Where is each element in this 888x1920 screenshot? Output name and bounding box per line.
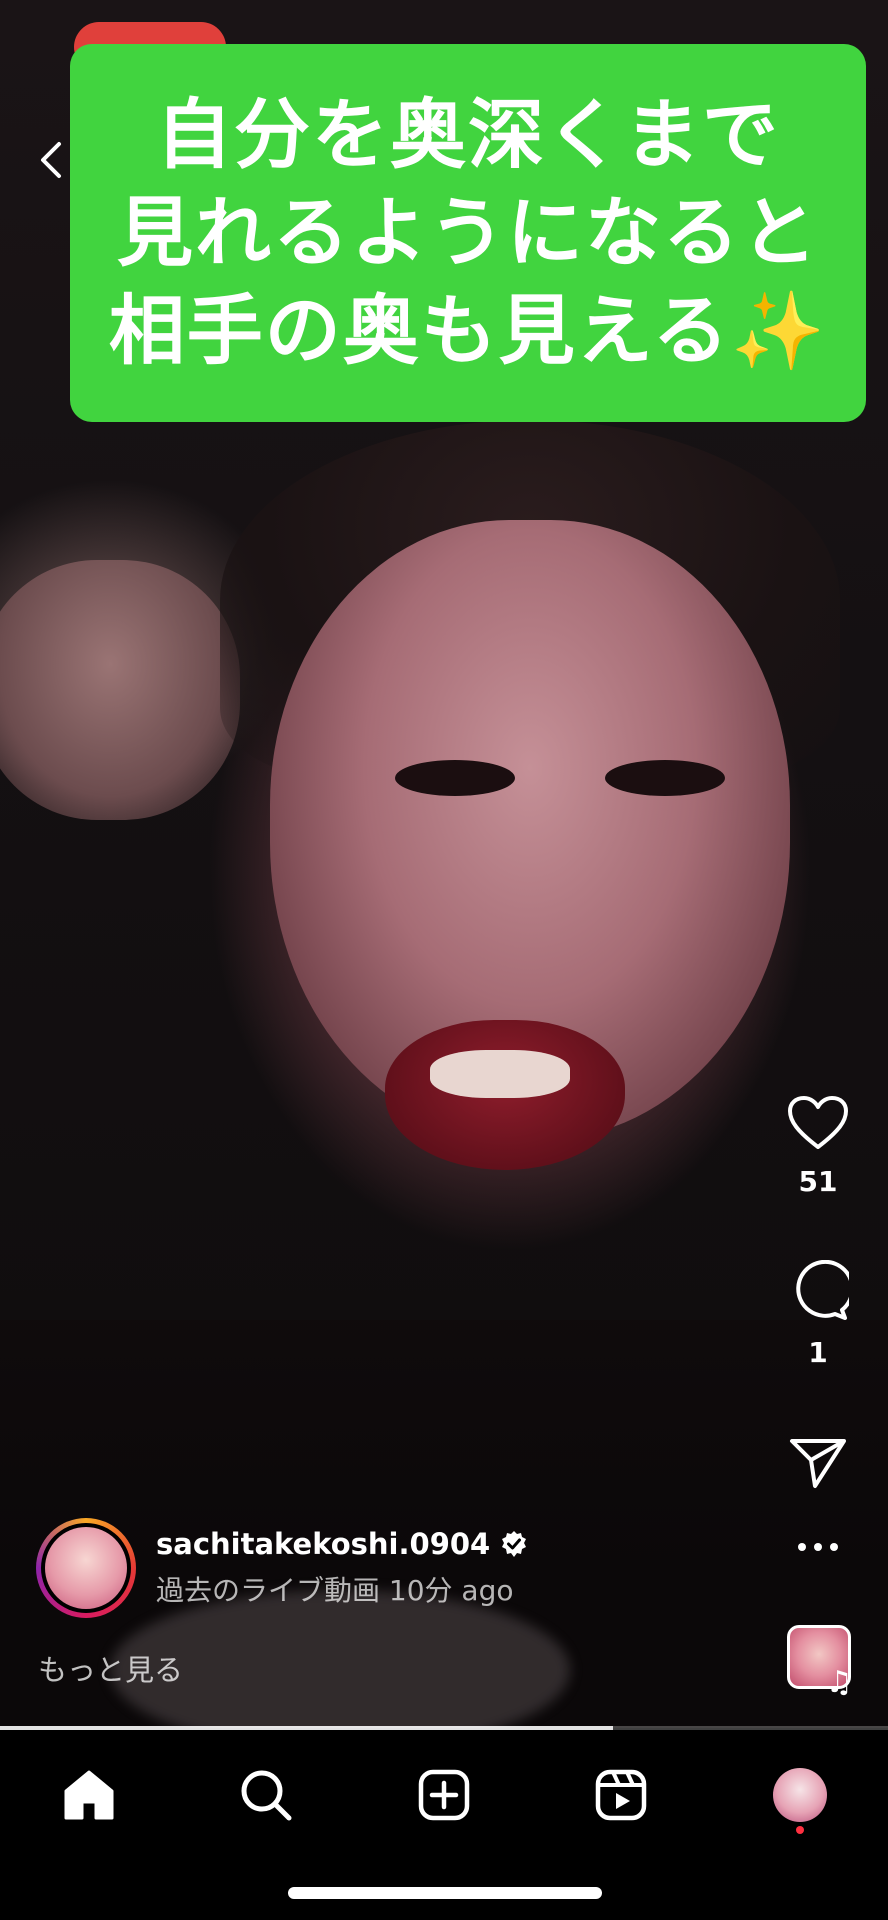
send-icon[interactable] xyxy=(789,1436,847,1490)
caption-line-1: 自分を奥深くまで xyxy=(156,90,780,179)
post-subtitle: 過去のライブ動画 10分 ago xyxy=(156,1574,514,1607)
home-indicator xyxy=(288,1887,602,1899)
reels-icon xyxy=(595,1769,647,1821)
post-author[interactable]: sachitakekoshi.0904 過去のライブ動画 10分 ago xyxy=(36,1518,528,1618)
profile-avatar xyxy=(773,1768,827,1822)
search-icon xyxy=(241,1770,292,1821)
more-options-action[interactable] xyxy=(780,1540,856,1554)
caption-line-2: 見れるようになると xyxy=(117,188,819,277)
like-count: 51 xyxy=(798,1165,838,1198)
tab-profile[interactable] xyxy=(765,1760,835,1830)
comment-action[interactable]: 1 xyxy=(780,1260,856,1369)
video-eye-right xyxy=(605,760,725,796)
more-horizontal-icon[interactable] xyxy=(796,1540,840,1554)
author-avatar[interactable] xyxy=(36,1518,136,1618)
profile-notification-dot xyxy=(796,1826,804,1834)
verified-badge-icon xyxy=(502,1531,527,1557)
tab-home[interactable] xyxy=(54,1760,124,1830)
back-button[interactable] xyxy=(34,135,68,185)
chevron-left-icon xyxy=(41,142,61,178)
home-icon xyxy=(64,1770,114,1820)
tab-create[interactable] xyxy=(409,1760,479,1830)
heart-icon[interactable] xyxy=(787,1095,849,1151)
show-more-link[interactable]: もっと見る xyxy=(38,1647,183,1689)
like-action[interactable]: 51 xyxy=(780,1095,856,1198)
video-teeth xyxy=(430,1050,570,1098)
comment-icon[interactable] xyxy=(787,1260,849,1322)
tab-search[interactable] xyxy=(231,1760,301,1830)
create-icon xyxy=(418,1769,470,1821)
caption-overlay: 自分を奥深くまで 見れるようになると 相手の奥も見える✨ xyxy=(70,44,866,422)
share-action[interactable] xyxy=(780,1436,856,1490)
music-note-icon: ♫ xyxy=(826,1665,853,1700)
tab-reels[interactable] xyxy=(586,1760,656,1830)
author-username[interactable]: sachitakekoshi.0904 xyxy=(156,1527,490,1561)
comment-count: 1 xyxy=(808,1336,828,1369)
video-hand xyxy=(0,560,240,820)
video-eye-left xyxy=(395,760,515,796)
caption-line-3: 相手の奥も見える✨ xyxy=(108,286,828,375)
